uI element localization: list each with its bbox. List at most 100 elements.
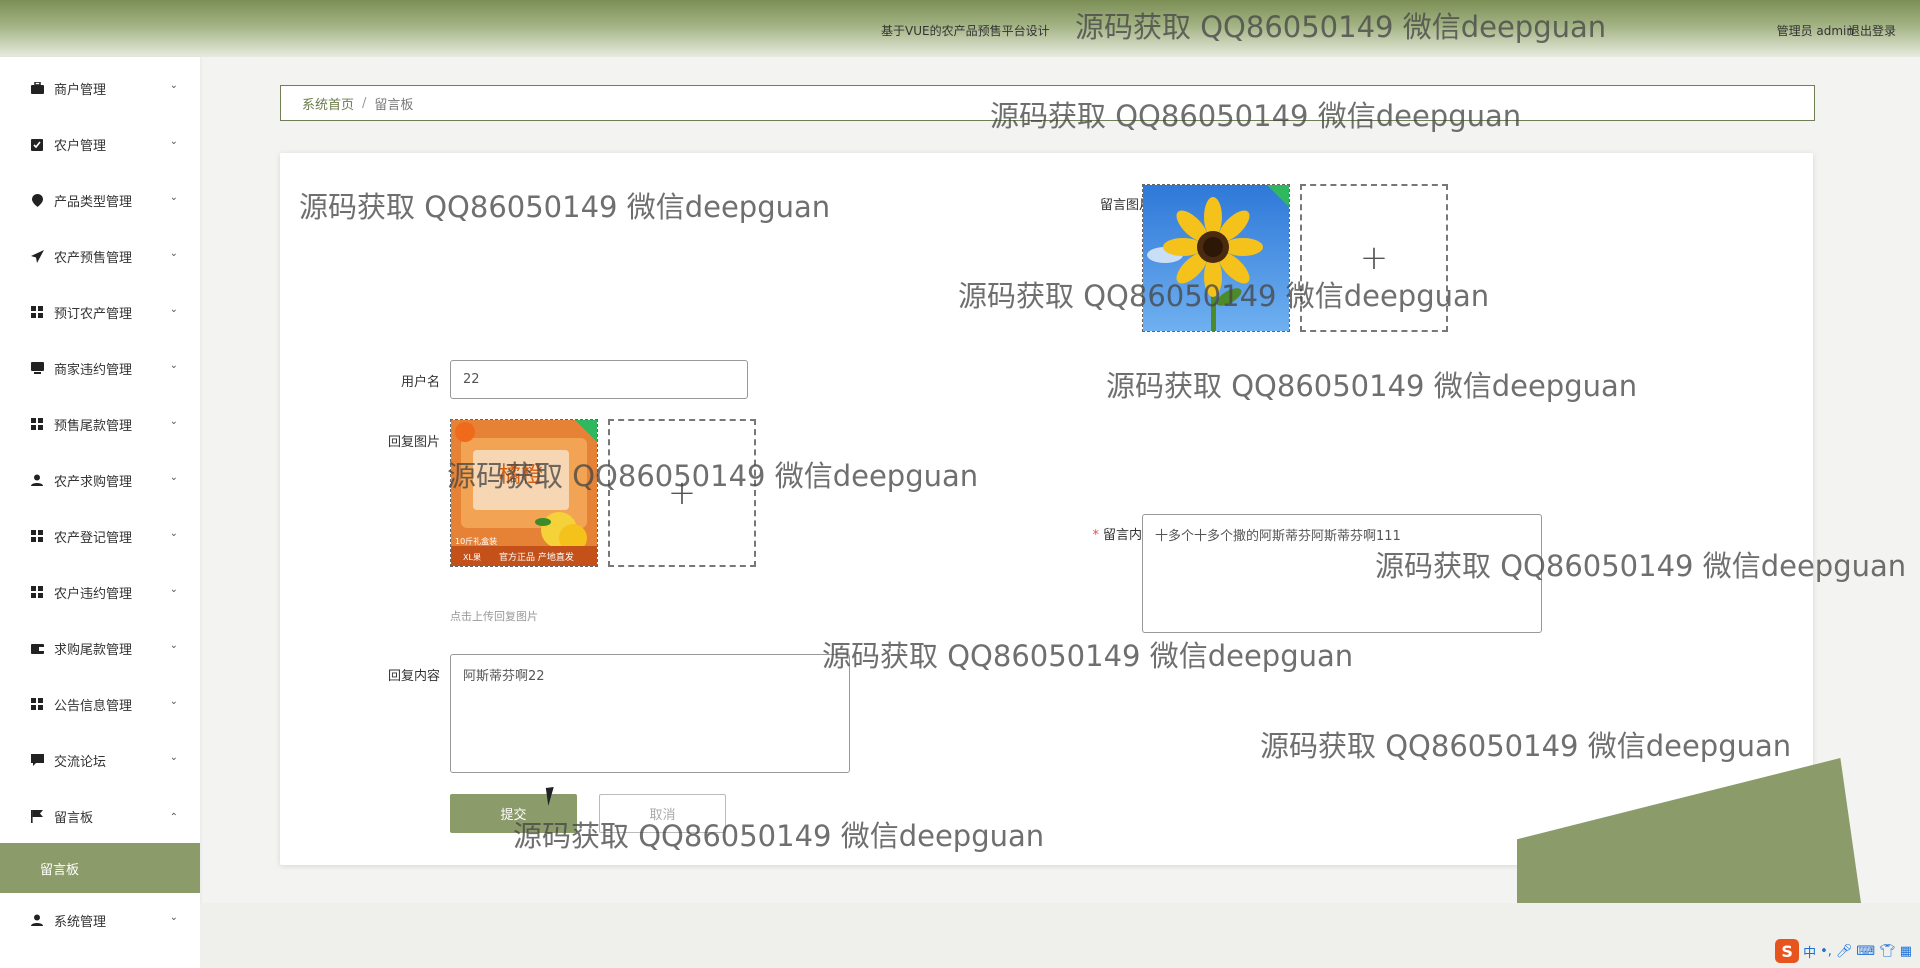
sidebar-item-notice[interactable]: 公告信息管理 ⌄ [0,680,200,728]
chevron-down-icon: ⌄ [169,752,178,763]
reply-image-hint: 点击上传回复图片 [450,610,538,623]
wallet-icon [30,641,44,655]
upload-success-badge [574,420,597,443]
ime-logo-icon[interactable]: S [1775,939,1800,963]
breadcrumb-current: 留言板 [374,97,414,113]
user-icon [30,473,44,487]
site-title: 基于VUE的农产品预售平台设计 [881,24,1050,38]
skin-icon[interactable]: 👕︎ [1879,944,1896,959]
grid-icon [30,585,44,599]
message-image-thumb[interactable] [1142,184,1290,332]
product-text-bottom: 官方正品 产地直发 [499,551,574,563]
upload-success-badge [1266,185,1289,208]
sidebar-item-label: 农产登记管理 [54,530,133,546]
sidebar-item-forum[interactable]: 交流论坛 ⌄ [0,736,200,784]
sidebar-item-purchase-balance[interactable]: 求购尾款管理 ⌄ [0,624,200,672]
sidebar-item-message-board[interactable]: 留言板 ⌃ [0,792,200,840]
sidebar-item-system[interactable]: 系统管理 ⌄ [0,896,200,944]
sidebar-item-label: 商家违约管理 [54,362,133,378]
chevron-down-icon: ⌄ [169,416,178,427]
username-input[interactable] [450,360,748,399]
breadcrumb: 系统首页 / 留言板 [280,85,1815,121]
briefcase-icon [30,81,44,95]
sidebar-item-presale-balance[interactable]: 预售尾款管理 ⌄ [0,400,200,448]
plus-icon: + [667,473,697,513]
sidebar-item-merchant[interactable]: 商户管理 ⌄ [0,64,200,112]
chevron-down-icon: ⌄ [169,640,178,651]
sidebar-subitem-message-board[interactable]: 留言板 [0,843,200,893]
chevron-up-icon: ⌃ [169,812,178,823]
reply-content-label: 回复内容 [387,669,440,684]
required-asterisk: * [1092,528,1099,543]
chevron-down-icon: ⌄ [169,528,178,539]
reply-image-add-button[interactable]: + [608,419,756,567]
mouse-cursor [545,786,563,806]
sidebar-item-purchase-request[interactable]: 农产求购管理 ⌄ [0,456,200,504]
sidebar-item-label: 农户管理 [54,138,107,154]
sidebar-item-label: 交流论坛 [54,754,107,770]
sidebar-item-label: 系统管理 [54,914,107,930]
chevron-down-icon: ⌄ [169,472,178,483]
reply-image-thumb[interactable]: 橘橙 10斤礼盒装 XL果 官方正品 产地直发 [450,419,598,567]
chevron-down-icon: ⌄ [169,304,178,315]
grid-icon [30,417,44,431]
sidebar-item-presale[interactable]: 农产预售管理 ⌄ [0,232,200,280]
punctuation-icon[interactable]: •, [1820,944,1832,959]
user-icon [30,913,44,927]
monitor-icon [30,361,44,375]
sidebar-item-farmer[interactable]: 农户管理 ⌄ [0,120,200,168]
chevron-down-icon: ⌄ [169,912,178,923]
sidebar: 商户管理 ⌄ 农户管理 ⌄ 产品类型管理 ⌄ 农产预售管理 ⌄ 预订农产管理 ⌄… [0,57,200,968]
reply-image-label: 回复图片 [387,435,440,450]
system-tray: S 中 •, 🎤︎ ⌨ 👕︎ ▦ [1775,939,1912,963]
message-image-add-button[interactable]: + [1300,184,1448,332]
sidebar-item-product-type[interactable]: 产品类型管理 ⌄ [0,176,200,224]
chevron-down-icon: ⌄ [169,584,178,595]
chevron-down-icon: ⌄ [169,192,178,203]
chevron-down-icon: ⌄ [169,136,178,147]
sidebar-item-label: 公告信息管理 [54,698,133,714]
message-form-card: 留言图片 + 用户名 22 回复图片 橘橙 10斤礼盒装 XL果 官方正品 产地… [280,153,1813,865]
chevron-down-icon: ⌄ [169,360,178,371]
sidebar-item-reservation[interactable]: 预订农产管理 ⌄ [0,288,200,336]
chevron-down-icon: ⌄ [169,80,178,91]
breadcrumb-separator: / [362,95,367,111]
chat-icon [30,753,44,767]
grid-icon [30,697,44,711]
chevron-down-icon: ⌄ [169,696,178,707]
breadcrumb-home[interactable]: 系统首页 [302,94,354,113]
message-image-label: 留言图片 [1099,198,1152,213]
footer-strip [200,903,1920,968]
ime-language[interactable]: 中 [1803,942,1816,961]
username-label: 用户名 [400,375,440,390]
cancel-button[interactable]: 取消 [599,794,726,833]
product-text-main: 橘橙 [499,463,543,488]
chevron-down-icon: ⌄ [169,248,178,259]
message-content-label: * 留言内容 [1092,528,1155,543]
sidebar-item-label: 留言板 [54,810,94,826]
paper-plane-icon [30,249,44,263]
reply-content-textarea[interactable]: 阿斯蒂芬啊22 [450,654,850,773]
keyboard-icon[interactable]: ⌨ [1856,944,1875,959]
message-content-textarea[interactable]: 十多个十多个撒的阿斯蒂芬阿斯蒂芬啊111 [1142,514,1542,633]
sidebar-item-label: 预订农产管理 [54,306,133,322]
sidebar-item-label: 农产求购管理 [54,474,133,490]
sidebar-item-label: 求购尾款管理 [54,642,133,658]
clipboard-check-icon [30,137,44,151]
sidebar-item-merchant-breach[interactable]: 商家违约管理 ⌄ [0,344,200,392]
map-pin-icon [30,193,44,207]
sidebar-item-label: 农户违约管理 [54,586,133,602]
sidebar-item-registration[interactable]: 农产登记管理 ⌄ [0,512,200,560]
sidebar-item-label: 产品类型管理 [54,194,133,210]
microphone-icon[interactable]: 🎤︎ [1836,944,1853,959]
current-user: 管理员 admin [1776,24,1854,38]
logout-link[interactable]: 退出登录 [1848,22,1896,39]
product-badge-top: 10斤礼盒装 [455,536,497,546]
toolbox-icon[interactable]: ▦ [1900,944,1912,959]
product-badge-size: XL果 [463,553,481,562]
plus-icon: + [1359,238,1389,278]
sidebar-item-label: 农产预售管理 [54,250,133,266]
sidebar-item-label: 预售尾款管理 [54,418,133,434]
grid-icon [30,529,44,543]
sidebar-item-farmer-breach[interactable]: 农户违约管理 ⌄ [0,568,200,616]
